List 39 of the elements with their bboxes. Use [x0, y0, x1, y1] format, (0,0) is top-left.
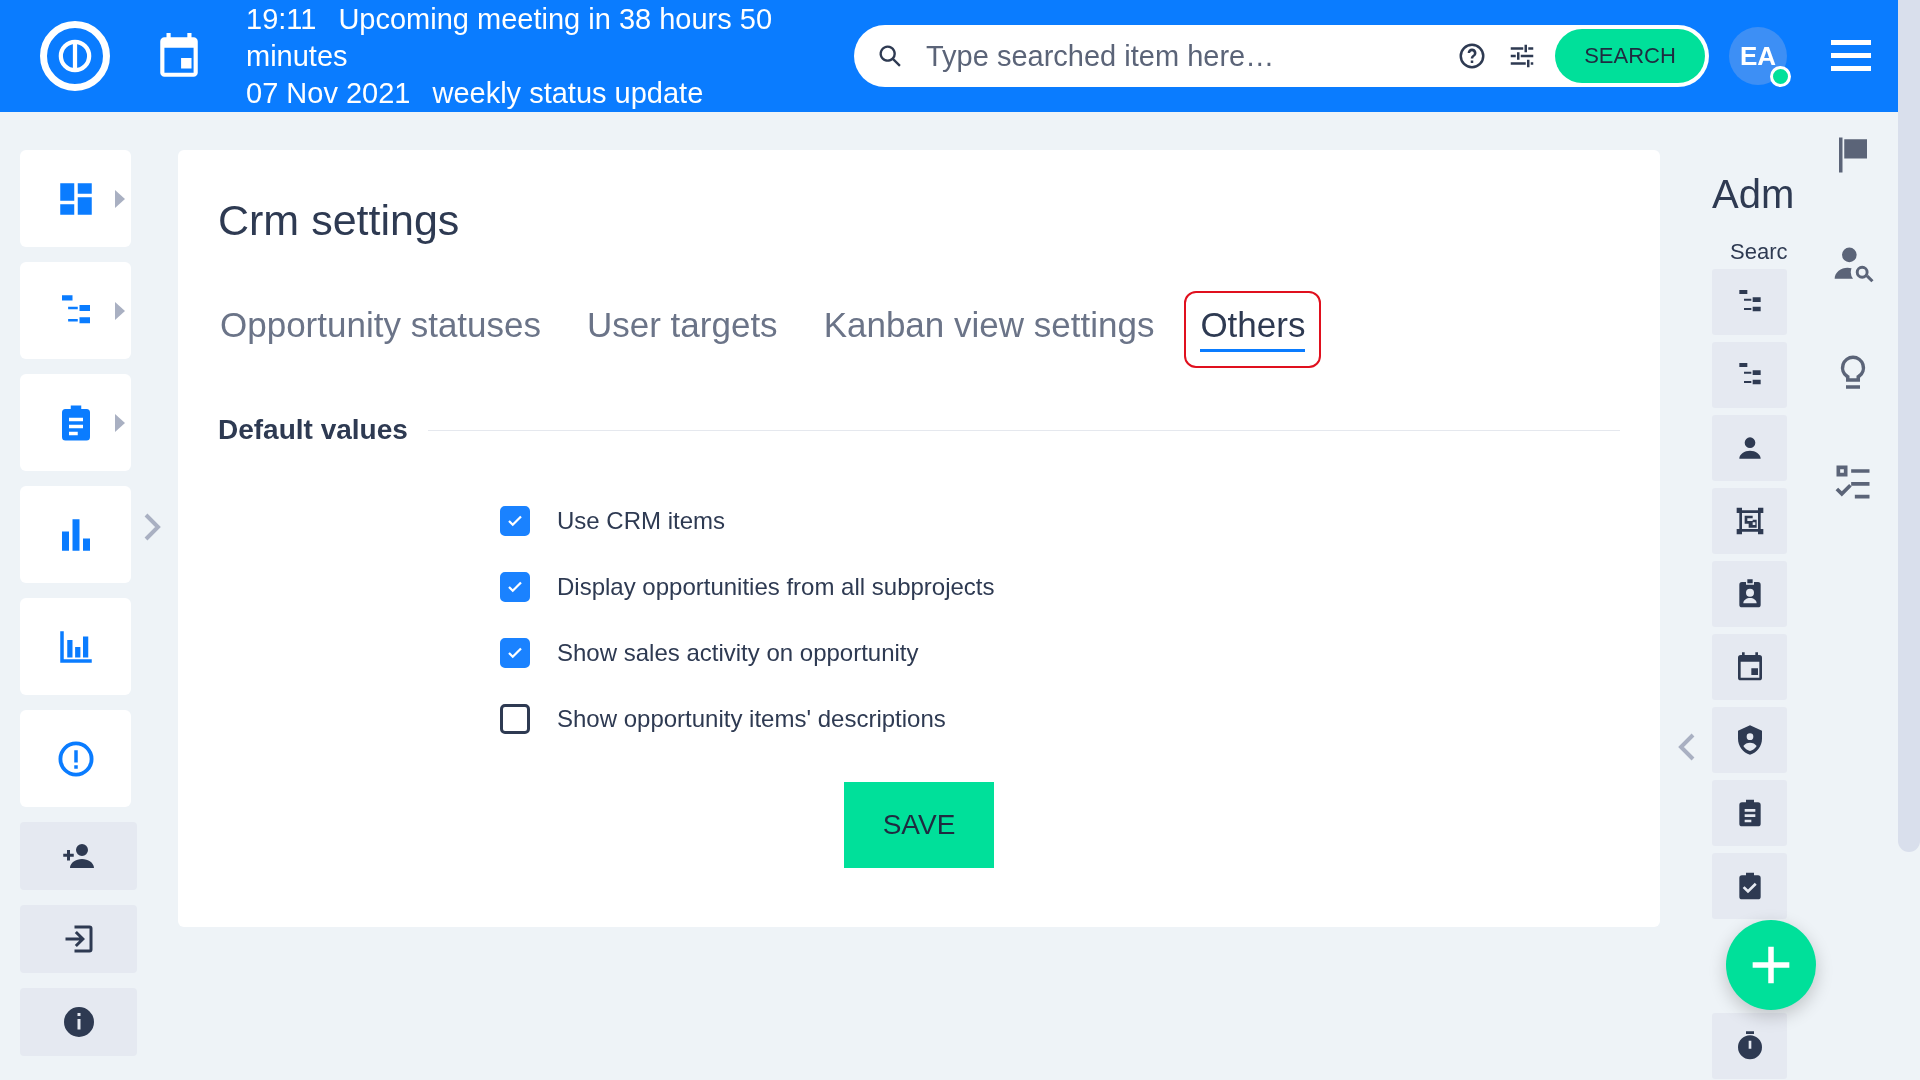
caret-icon	[115, 190, 125, 208]
admin-menu-button[interactable]	[1712, 780, 1787, 846]
tab[interactable]: User targets	[571, 291, 794, 368]
caret-icon	[115, 302, 125, 320]
admin-menu-button[interactable]	[1712, 634, 1787, 700]
admin-menu-button[interactable]	[1712, 561, 1787, 627]
checkbox-label[interactable]: Use CRM items	[557, 507, 725, 535]
search-label: Searc	[1730, 239, 1789, 265]
page-title: Crm settings	[218, 196, 461, 245]
admin-menu-button[interactable]	[1712, 707, 1787, 773]
admin-menu-button[interactable]	[1712, 415, 1787, 481]
scrollbar[interactable]	[1898, 0, 1920, 852]
admin-menu-button[interactable]	[1712, 1013, 1787, 1079]
sidebar-button[interactable]	[20, 905, 137, 973]
admin-menu-button[interactable]	[1712, 342, 1787, 408]
checkbox-label[interactable]: Display opportunities from all subprojects	[557, 573, 995, 601]
sidebar-button[interactable]	[20, 822, 137, 890]
logo-icon[interactable]	[40, 21, 110, 91]
save-button[interactable]: SAVE	[844, 782, 994, 868]
meeting-subject[interactable]: weekly status update	[432, 76, 704, 109]
tab[interactable]: Kanban view settings	[807, 291, 1171, 368]
help-icon	[1457, 41, 1487, 71]
caret-icon	[115, 414, 125, 432]
admin-menu-button[interactable]	[1712, 488, 1787, 554]
section-title: Default values	[218, 414, 408, 446]
search-field[interactable]: Type searched item here… SEARCH	[854, 25, 1709, 87]
admin-menu-button[interactable]	[1712, 853, 1787, 919]
checkbox[interactable]	[500, 638, 530, 668]
sidebar-button[interactable]	[20, 988, 137, 1056]
tab[interactable]: Others	[1184, 291, 1322, 368]
meeting-date: 07 Nov 2021	[246, 76, 411, 109]
admin-menu-button[interactable]	[1712, 269, 1787, 335]
search-button[interactable]: SEARCH	[1555, 29, 1705, 83]
tab[interactable]: Opportunity statuses	[204, 291, 557, 368]
checkbox[interactable]	[500, 506, 530, 536]
checkbox[interactable]	[500, 704, 530, 734]
checkbox-label[interactable]: Show sales activity on opportunity	[557, 639, 919, 667]
checkbox-label[interactable]: Show opportunity items' descriptions	[557, 705, 946, 733]
checkbox[interactable]	[500, 572, 530, 602]
